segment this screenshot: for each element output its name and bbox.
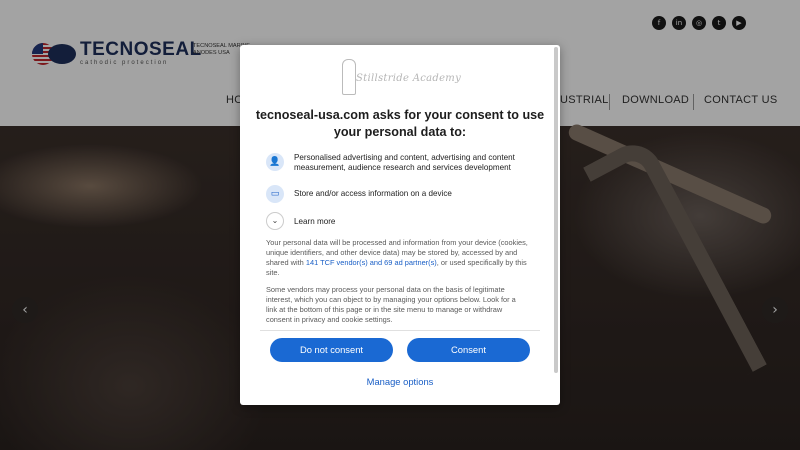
- consent-button[interactable]: Consent: [407, 338, 530, 362]
- learn-more-toggle[interactable]: ⌄ Learn more: [266, 212, 335, 230]
- chevron-down-icon: ⌄: [266, 212, 284, 230]
- device-icon: ▭: [266, 185, 284, 203]
- vendors-link[interactable]: 141 TCF vendor(s) and 69 ad partner(s): [306, 258, 437, 267]
- person-icon: 👤: [266, 153, 284, 171]
- consent-heading: tecnoseal-usa.com asks for your consent …: [255, 108, 545, 139]
- consent-body-paragraph: Some vendors may process your personal d…: [266, 285, 516, 324]
- dialog-scrollbar[interactable]: [554, 47, 558, 373]
- purpose-text: Store and/or access information on a dev…: [294, 189, 452, 198]
- dialog-divider: [260, 330, 540, 331]
- publisher-logo: Stillstride Academy: [336, 59, 466, 97]
- learn-more-label: Learn more: [294, 216, 336, 226]
- publisher-logo-text: Stillstride Academy: [356, 73, 462, 84]
- purpose-text: Personalised advertising and content, ad…: [294, 153, 515, 172]
- do-not-consent-button[interactable]: Do not consent: [270, 338, 393, 362]
- consent-dialog: Stillstride Academy tecnoseal-usa.com as…: [240, 45, 560, 405]
- consent-body-paragraph: Your personal data will be processed and…: [266, 238, 528, 278]
- purpose-item: ▭ Store and/or access information on a d…: [266, 185, 530, 203]
- publisher-logo-figure-icon: [342, 59, 356, 95]
- manage-options-link[interactable]: Manage options: [240, 376, 560, 387]
- purpose-item: 👤 Personalised advertising and content, …: [266, 153, 530, 173]
